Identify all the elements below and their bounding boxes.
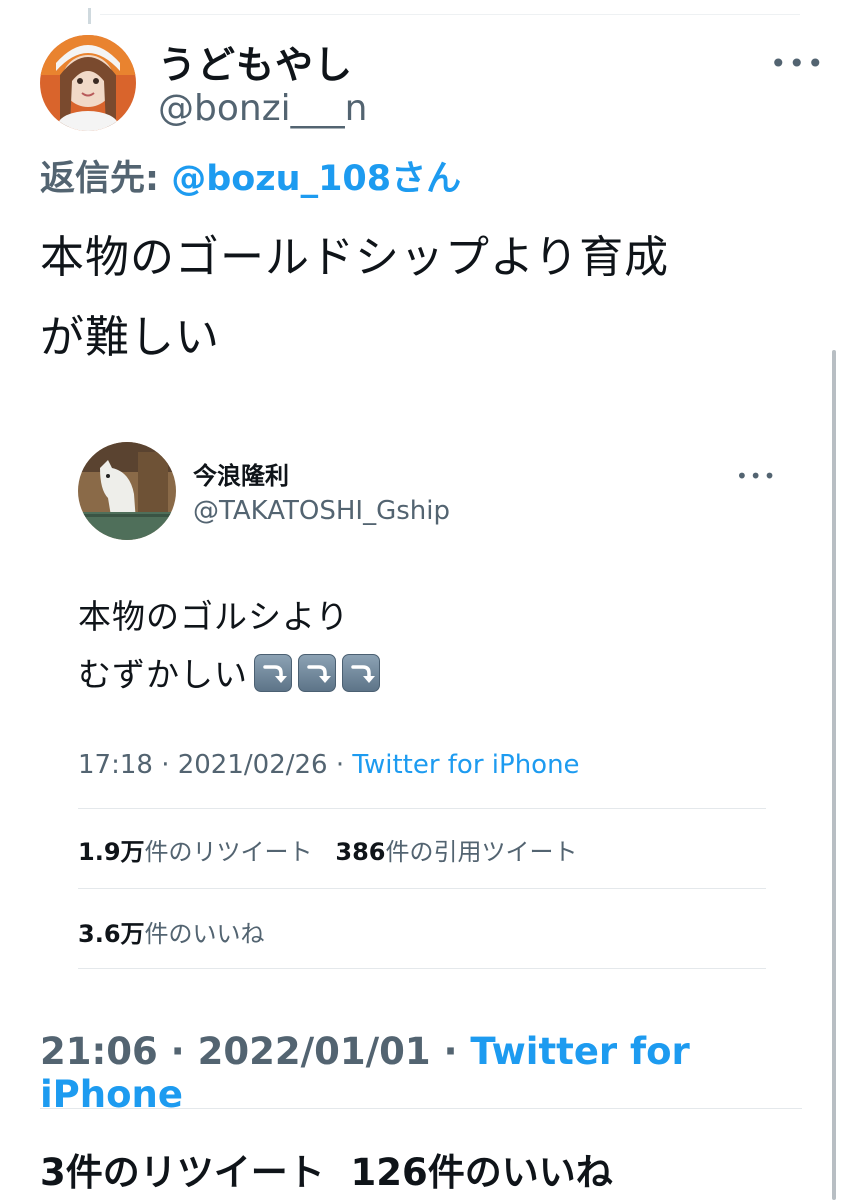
quoted-divider [78, 808, 766, 809]
horse-avatar-image [78, 442, 176, 540]
avatar-image [40, 35, 136, 131]
tweet-text: 本物のゴールドシップより育成 が難しい [40, 218, 810, 378]
quoted-tweet-text: 本物のゴルシより むずかしい [78, 588, 380, 704]
tweet-text-line: 本物のゴールドシップより育成 [40, 232, 670, 283]
scrollbar[interactable] [832, 350, 836, 1200]
like-label[interactable]: 件のいいね [428, 1151, 613, 1194]
quoted-text-line: むずかしい [78, 646, 380, 704]
quoted-source-link: Twitter for iPhone [352, 750, 580, 780]
tweet-text-line: が難しい [40, 312, 220, 363]
quoted-text-fragment: むずかしい [78, 655, 248, 694]
arrow-curving-down-icon [298, 654, 336, 692]
quoted-retweet-stats: 1.9万件のリツイート 386件の引用ツイート [78, 832, 578, 867]
thread-connector [88, 8, 91, 24]
quoted-quote-count: 386 [335, 838, 386, 866]
tweet-timestamp[interactable]: 21:06 · 2022/01/01 · [40, 1030, 458, 1073]
embedded-tweet-image[interactable]: 今浪隆利 @TAKATOSHI_Gship ••• 本物のゴルシより むずかしい… [0, 400, 842, 1000]
quoted-retweet-count: 1.9万 [78, 838, 145, 866]
quoted-display-name: 今浪隆利 [193, 462, 289, 490]
stats-divider [40, 1108, 802, 1109]
avatar[interactable] [40, 35, 136, 131]
reply-mention-link[interactable]: @bozu_108さん [171, 159, 461, 199]
retweet-label[interactable]: 件のリツイート [66, 1151, 325, 1194]
display-name[interactable]: うどもやし [158, 34, 353, 89]
tweet-engagement-stats: 3件のリツイート 126件のいいね [40, 1142, 613, 1196]
quoted-text-line: 本物のゴルシより [78, 597, 350, 636]
tweet-timestamp-line: 21:06 · 2022/01/01 · Twitter for iPhone [40, 1030, 842, 1116]
reply-context: 返信先: @bozu_108さん [40, 150, 461, 201]
retweet-count[interactable]: 3 [40, 1151, 66, 1194]
quoted-timestamp: 17:18 · 2021/02/26 · [78, 750, 345, 780]
user-handle[interactable]: @bonzi___n [158, 88, 367, 129]
arrow-curving-down-icon [254, 654, 292, 692]
quoted-divider [78, 888, 766, 889]
quoted-avatar [78, 442, 176, 540]
quoted-user-handle: @TAKATOSHI_Gship [193, 496, 450, 526]
quoted-like-stats: 3.6万件のいいね [78, 914, 265, 949]
top-divider [100, 14, 800, 15]
quoted-like-count: 3.6万 [78, 920, 145, 948]
quoted-retweet-label: 件のリツイート [144, 838, 313, 866]
arrow-curving-down-icon [342, 654, 380, 692]
quoted-divider [78, 968, 766, 969]
more-options-icon[interactable]: ••• [770, 50, 826, 78]
quoted-timestamp-line: 17:18 · 2021/02/26 · Twitter for iPhone [78, 750, 580, 780]
reply-prefix: 返信先: [40, 159, 159, 199]
like-count[interactable]: 126 [351, 1151, 428, 1194]
quoted-like-label: 件のいいね [144, 920, 265, 948]
quoted-quote-label: 件の引用ツイート [385, 838, 578, 866]
quoted-more-icon: ••• [736, 464, 778, 488]
